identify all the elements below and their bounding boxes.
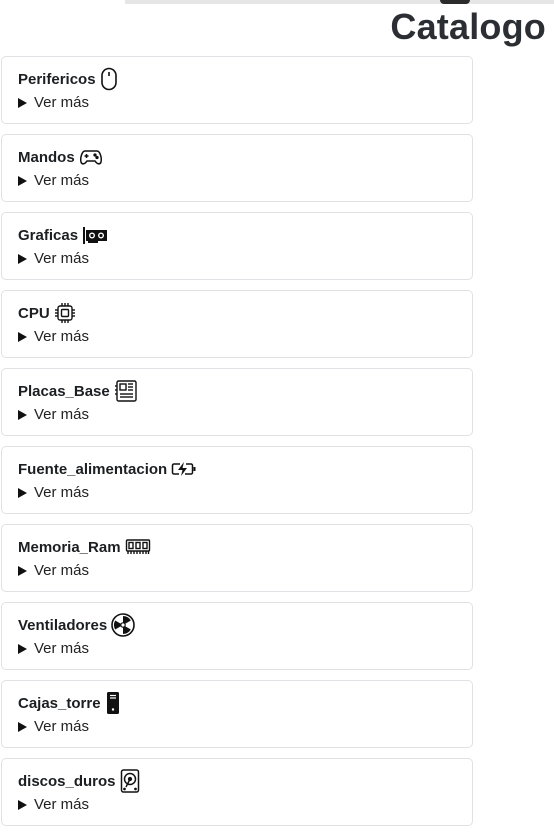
ver-mas-toggle[interactable]: Ver más	[18, 406, 89, 423]
catalog-card-mandos: Mandos Ver más	[1, 134, 473, 202]
top-image-strip	[125, 0, 554, 4]
disclosure-triangle-icon	[18, 97, 27, 108]
card-title: CPU	[18, 304, 50, 322]
card-title: Placas_Base	[18, 382, 110, 400]
hard-drive-icon	[120, 769, 140, 793]
card-header: Mandos	[18, 145, 103, 169]
disclosure-triangle-icon	[18, 565, 27, 576]
toggle-label: Ver más	[34, 94, 90, 111]
ver-mas-toggle[interactable]: Ver más	[18, 250, 89, 267]
disclosure-triangle-icon	[18, 721, 27, 732]
card-header: Ventiladores	[18, 613, 136, 637]
cpu-icon	[54, 302, 76, 324]
card-header: Graficas	[18, 223, 108, 247]
disclosure-triangle-icon	[18, 253, 27, 264]
catalog-list: Perifericos Ver más Mandos Ver más Grafi…	[1, 56, 473, 836]
ver-mas-toggle[interactable]: Ver más	[18, 562, 89, 579]
card-header: CPU	[18, 301, 76, 325]
ver-mas-toggle[interactable]: Ver más	[18, 172, 89, 189]
catalog-card-cpu: CPU Ver más	[1, 290, 473, 358]
catalog-card-cajas-torre: Cajas_torre Ver más	[1, 680, 473, 748]
memory-icon	[125, 538, 151, 556]
ver-mas-toggle[interactable]: Ver más	[18, 718, 89, 735]
disclosure-triangle-icon	[18, 409, 27, 420]
card-title: Graficas	[18, 226, 79, 244]
toggle-label: Ver más	[34, 406, 90, 423]
card-header: discos_duros	[18, 769, 140, 793]
disclosure-triangle-icon	[18, 331, 27, 342]
card-header: Cajas_torre	[18, 691, 121, 715]
catalog-card-discos-duros: discos_duros Ver más	[1, 758, 473, 826]
battery-charging-icon	[171, 461, 197, 477]
catalog-card-fuente-alimentacion: Fuente_alimentacion Ver más	[1, 446, 473, 514]
gpu-card-icon	[82, 225, 108, 245]
toggle-label: Ver más	[34, 562, 90, 579]
disclosure-triangle-icon	[18, 487, 27, 498]
pc-tower-icon	[105, 691, 121, 715]
catalog-card-ventiladores: Ventiladores Ver más	[1, 602, 473, 670]
catalog-card-placas-base: Placas_Base Ver más	[1, 368, 473, 436]
card-header: Fuente_alimentacion	[18, 457, 197, 481]
card-title: Perifericos	[18, 70, 96, 88]
toggle-label: Ver más	[34, 718, 90, 735]
toggle-label: Ver más	[34, 796, 90, 813]
card-title: Mandos	[18, 148, 75, 166]
page-title: Catalogo	[390, 6, 546, 47]
ver-mas-toggle[interactable]: Ver más	[18, 328, 89, 345]
card-title: Fuente_alimentacion	[18, 460, 168, 478]
disclosure-triangle-icon	[18, 175, 27, 186]
disclosure-triangle-icon	[18, 799, 27, 810]
card-title: Memoria_Ram	[18, 538, 121, 556]
ver-mas-toggle[interactable]: Ver más	[18, 796, 89, 813]
card-header: Perifericos	[18, 67, 118, 91]
catalog-card-memoria-ram: Memoria_Ram Ver más	[1, 524, 473, 592]
ver-mas-toggle[interactable]: Ver más	[18, 640, 89, 657]
card-title: Cajas_torre	[18, 694, 101, 712]
toggle-label: Ver más	[34, 250, 90, 267]
card-title: Ventiladores	[18, 616, 108, 634]
ver-mas-toggle[interactable]: Ver más	[18, 484, 89, 501]
card-header: Placas_Base	[18, 379, 138, 403]
toggle-label: Ver más	[34, 640, 90, 657]
catalog-card-graficas: Graficas Ver más	[1, 212, 473, 280]
mouse-icon	[100, 67, 118, 91]
fan-icon	[111, 613, 136, 637]
disclosure-triangle-icon	[18, 643, 27, 654]
catalog-card-perifericos: Perifericos Ver más	[1, 56, 473, 124]
toggle-label: Ver más	[34, 172, 90, 189]
gamepad-icon	[79, 148, 103, 166]
card-title: discos_duros	[18, 772, 116, 790]
ver-mas-toggle[interactable]: Ver más	[18, 94, 89, 111]
top-image-fragment	[440, 0, 470, 4]
card-header: Memoria_Ram	[18, 535, 151, 559]
toggle-label: Ver más	[34, 484, 90, 501]
motherboard-icon	[114, 380, 138, 402]
toggle-label: Ver más	[34, 328, 90, 345]
